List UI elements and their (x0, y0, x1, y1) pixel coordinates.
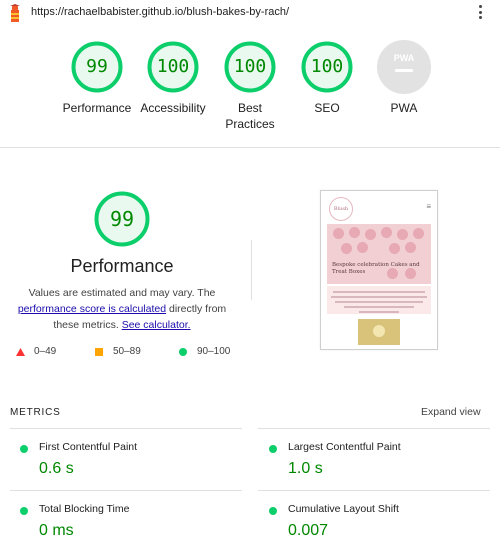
see-calculator-link[interactable]: See calculator. (122, 319, 191, 331)
seo-score: 100 (310, 56, 344, 77)
performance-score: 99 (86, 56, 108, 77)
gauge-pwa[interactable]: PWA PWA (359, 40, 449, 116)
pwa-badge-text: PWA (393, 53, 415, 63)
intro-text-lines (329, 291, 429, 316)
description-text-start: Values are estimated and may vary. The (28, 287, 216, 299)
performance-score-calculated-link[interactable]: performance score is calculated (18, 303, 166, 315)
triangle-icon (16, 348, 25, 356)
metric-name: Cumulative Layout Shift (288, 503, 399, 515)
legend-pass-range: 90–100 (197, 346, 231, 357)
metric-value: 1.0 s (288, 460, 323, 477)
best-practices-score: 100 (233, 56, 267, 77)
top-bar: https://rachaelbabister.github.io/blush-… (0, 0, 500, 26)
metrics-divider (258, 490, 490, 491)
pwa-label: PWA (390, 101, 418, 115)
best-practices-label: Best Practices (225, 101, 275, 131)
metrics-heading: METRICS (10, 407, 61, 418)
hamburger-menu-icon: ≡ (426, 202, 431, 211)
final-screenshot[interactable]: Blush Bakes ≡ Bespoke celebration Cakes … (320, 190, 438, 350)
pass-circle-icon (269, 445, 277, 453)
lighthouse-logo-icon (10, 4, 20, 22)
more-options-icon[interactable] (479, 5, 483, 21)
pass-circle-icon (20, 507, 28, 515)
hero-heading: Bespoke celebration Cakes and Treat Boxe… (332, 262, 420, 275)
expand-view-button[interactable]: Expand view (421, 406, 481, 418)
hero-image: Bespoke celebration Cakes and Treat Boxe… (327, 224, 431, 284)
metric-name: Total Blocking Time (39, 503, 130, 515)
report-url[interactable]: https://rachaelbabister.github.io/blush-… (31, 6, 289, 18)
legend-fail-range: 0–49 (34, 346, 57, 357)
metric-name: First Contentful Paint (39, 441, 138, 453)
metric-value: 0.007 (288, 522, 329, 539)
metrics-divider (10, 490, 242, 491)
pwa-badge-icon: PWA (377, 40, 431, 94)
cupcake-image (358, 319, 400, 345)
metrics-divider (258, 428, 490, 429)
pass-circle-icon (269, 507, 277, 515)
metrics-divider (10, 428, 242, 429)
vertical-divider (251, 240, 252, 300)
legend-average-range: 50–89 (113, 346, 141, 357)
metric-name: Largest Contentful Paint (288, 441, 401, 453)
performance-description: Values are estimated and may vary. The p… (4, 285, 240, 333)
section-divider (0, 147, 500, 148)
metric-value: 0.6 s (39, 460, 74, 477)
accessibility-score: 100 (156, 56, 190, 77)
circle-icon (179, 348, 187, 356)
pass-circle-icon (20, 445, 28, 453)
performance-big-score: 99 (109, 207, 135, 231)
performance-title: Performance (70, 256, 174, 276)
square-icon (95, 348, 103, 356)
site-logo: Blush Bakes (329, 197, 353, 234)
metric-value: 0 ms (39, 522, 74, 539)
performance-big-gauge: 99 (93, 190, 151, 248)
